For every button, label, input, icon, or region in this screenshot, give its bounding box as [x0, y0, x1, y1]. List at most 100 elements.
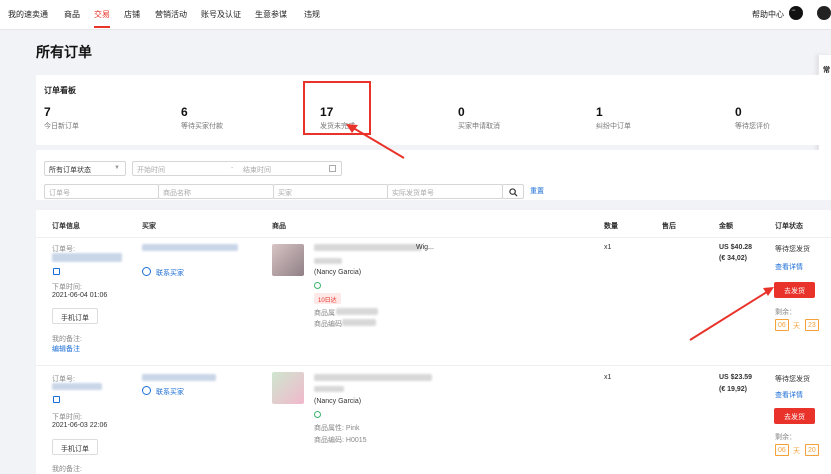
ship-button-label: 去发货: [784, 288, 805, 295]
ship-button-label: 去发货: [784, 414, 805, 421]
ship-button[interactable]: 去发货: [774, 408, 815, 424]
verified-icon: [314, 282, 321, 289]
order-number-input[interactable]: 订单号: [44, 184, 159, 199]
verified-icon: [314, 411, 321, 418]
calendar-icon: [329, 165, 336, 172]
buyer-real-name: (Nancy Garcia): [314, 398, 362, 405]
nav-item-account[interactable]: 账号及认证: [201, 9, 241, 20]
amount-local: (€ 19,92): [719, 386, 748, 393]
product-name-input[interactable]: 商品名称: [158, 184, 274, 199]
active-tab-indicator: [94, 26, 110, 28]
nav-item-violations[interactable]: 违规: [304, 9, 320, 20]
my-note-label: 我的备注:: [52, 466, 82, 473]
edit-note-link[interactable]: 编辑备注: [52, 344, 80, 354]
quantity: x1: [604, 244, 612, 251]
stat-new-orders[interactable]: 7 今日新订单: [44, 105, 79, 131]
product-sku-redacted: [314, 386, 344, 392]
help-center-link[interactable]: 帮助中心: [752, 9, 784, 20]
nav-item-my-aliexpress[interactable]: 我的速卖通: [8, 9, 48, 20]
date-separator: -: [231, 165, 234, 172]
product-title-suffix[interactable]: Wig...: [416, 244, 434, 251]
nav-item-marketing[interactable]: 营销活动: [155, 9, 187, 20]
stat-label: 等待买家付款: [181, 123, 223, 130]
nav-item-orders[interactable]: 交易: [94, 9, 110, 20]
tracking-number-input[interactable]: 实际发货单号: [387, 184, 503, 199]
timer-hours: 20: [805, 444, 819, 456]
nav-item-store[interactable]: 店铺: [124, 9, 140, 20]
message-icon[interactable]: [789, 6, 803, 20]
copy-icon[interactable]: [53, 268, 60, 275]
buyer-name-redacted: [142, 244, 238, 251]
product-thumbnail[interactable]: [272, 372, 304, 404]
remaining-label: 剩余：: [775, 434, 796, 441]
buyer-name-redacted: [142, 374, 216, 381]
contact-buyer-link[interactable]: 联系买家: [156, 387, 184, 397]
stat-number: 7: [44, 105, 51, 119]
product-attribute: 商品属性: Pink: [314, 425, 360, 432]
table-row: 订单号: 下单时间: 2021-06-03 22:06 手机订单 我的备注: 联…: [36, 366, 831, 474]
order-number-placeholder: 订单号: [49, 190, 70, 197]
ship-button[interactable]: 去发货: [774, 282, 815, 298]
stat-label: 等待您评价: [735, 123, 770, 130]
column-header: 买家: [142, 223, 156, 230]
stat-number: 1: [596, 105, 603, 119]
avatar[interactable]: [817, 6, 831, 20]
contact-buyer-link[interactable]: 联系买家: [156, 268, 184, 278]
table-header: 订单信息 买家 商品 数量 售后 金额 订单状态: [36, 210, 831, 238]
column-header: 售后: [662, 223, 676, 230]
search-button[interactable]: [502, 184, 524, 199]
orders-table: 订单信息 买家 商品 数量 售后 金额 订单状态 订单号: 下单时间: 2021…: [36, 210, 831, 474]
attribute-redacted: [336, 308, 378, 315]
order-status-select[interactable]: 所有订单状态 ▼: [44, 161, 126, 176]
order-time-label: 下单时间:: [52, 414, 82, 421]
stat-number: 6: [181, 105, 188, 119]
column-header: 金额: [719, 223, 733, 230]
mobile-order-badge: 手机订单: [52, 439, 98, 455]
timer-hours-value: 20: [808, 447, 816, 454]
product-title-redacted: [314, 374, 432, 381]
delivery-tag: 10日达: [314, 293, 341, 304]
order-status: 等待您发货: [775, 246, 810, 253]
product-name-placeholder: 商品名称: [163, 190, 191, 197]
product-sku-redacted: [314, 258, 342, 264]
quantity: x1: [604, 374, 612, 381]
order-time: 2021-06-04 01:06: [52, 292, 108, 299]
stat-disputes[interactable]: 1 纠纷中订单: [596, 105, 631, 131]
amount-usd: US $40.28: [719, 244, 753, 251]
chat-icon: [142, 267, 151, 276]
mobile-order-badge: 手机订单: [52, 308, 98, 324]
product-attribute: 商品属: [314, 310, 335, 317]
view-details-link[interactable]: 查看详情: [775, 262, 803, 272]
nav-item-business-advisor[interactable]: 生意参谋: [255, 9, 287, 20]
stat-awaiting-payment[interactable]: 6 等待买家付款: [181, 105, 223, 131]
stat-cancel-requests[interactable]: 0 买家申请取消: [458, 105, 500, 131]
tracking-number-placeholder: 实际发货单号: [392, 190, 434, 197]
reset-link[interactable]: 重置: [530, 186, 544, 196]
end-date-placeholder: 结束时间: [243, 167, 271, 174]
stat-awaiting-review[interactable]: 0 等待您评价: [735, 105, 770, 131]
column-header: 订单信息: [52, 223, 80, 230]
column-header: 商品: [272, 223, 286, 230]
timer-days: 06: [775, 319, 789, 331]
date-range-picker[interactable]: 开始时间 - 结束时间: [132, 161, 342, 176]
page-title: 所有订单: [36, 44, 92, 60]
buyer-input[interactable]: 买家: [273, 184, 388, 199]
mobile-order-text: 手机订单: [61, 315, 89, 322]
my-note-label: 我的备注:: [52, 336, 82, 343]
table-row: 订单号: 下单时间: 2021-06-04 01:06 手机订单 我的备注: 编…: [36, 238, 831, 366]
filter-panel: 所有订单状态 ▼ 开始时间 - 结束时间 订单号 商品名称 买家 实际发货单号 重…: [36, 150, 831, 200]
timer-day-unit: 天: [793, 448, 800, 455]
stat-label: 纠纷中订单: [596, 123, 631, 130]
copy-icon[interactable]: [53, 396, 60, 403]
nav-item-products[interactable]: 商品: [64, 9, 80, 20]
column-header: 订单状态: [775, 223, 803, 230]
order-status-value: 所有订单状态: [49, 167, 91, 174]
view-details-link[interactable]: 查看详情: [775, 390, 803, 400]
product-thumbnail[interactable]: [272, 244, 304, 276]
buyer-placeholder: 买家: [278, 190, 292, 197]
top-nav: 我的速卖通 商品 交易 店铺 营销活动 账号及认证 生意参谋 违规 帮助中心: [0, 0, 831, 30]
code-redacted: [342, 319, 376, 326]
timer-days-value: 06: [778, 322, 786, 329]
buyer-real-name: (Nancy Garcia): [314, 269, 362, 276]
order-board: 订单看板 7 今日新订单 6 等待买家付款 17 发货未完成 0 买家申请取消 1 纠纷中…: [36, 75, 831, 145]
